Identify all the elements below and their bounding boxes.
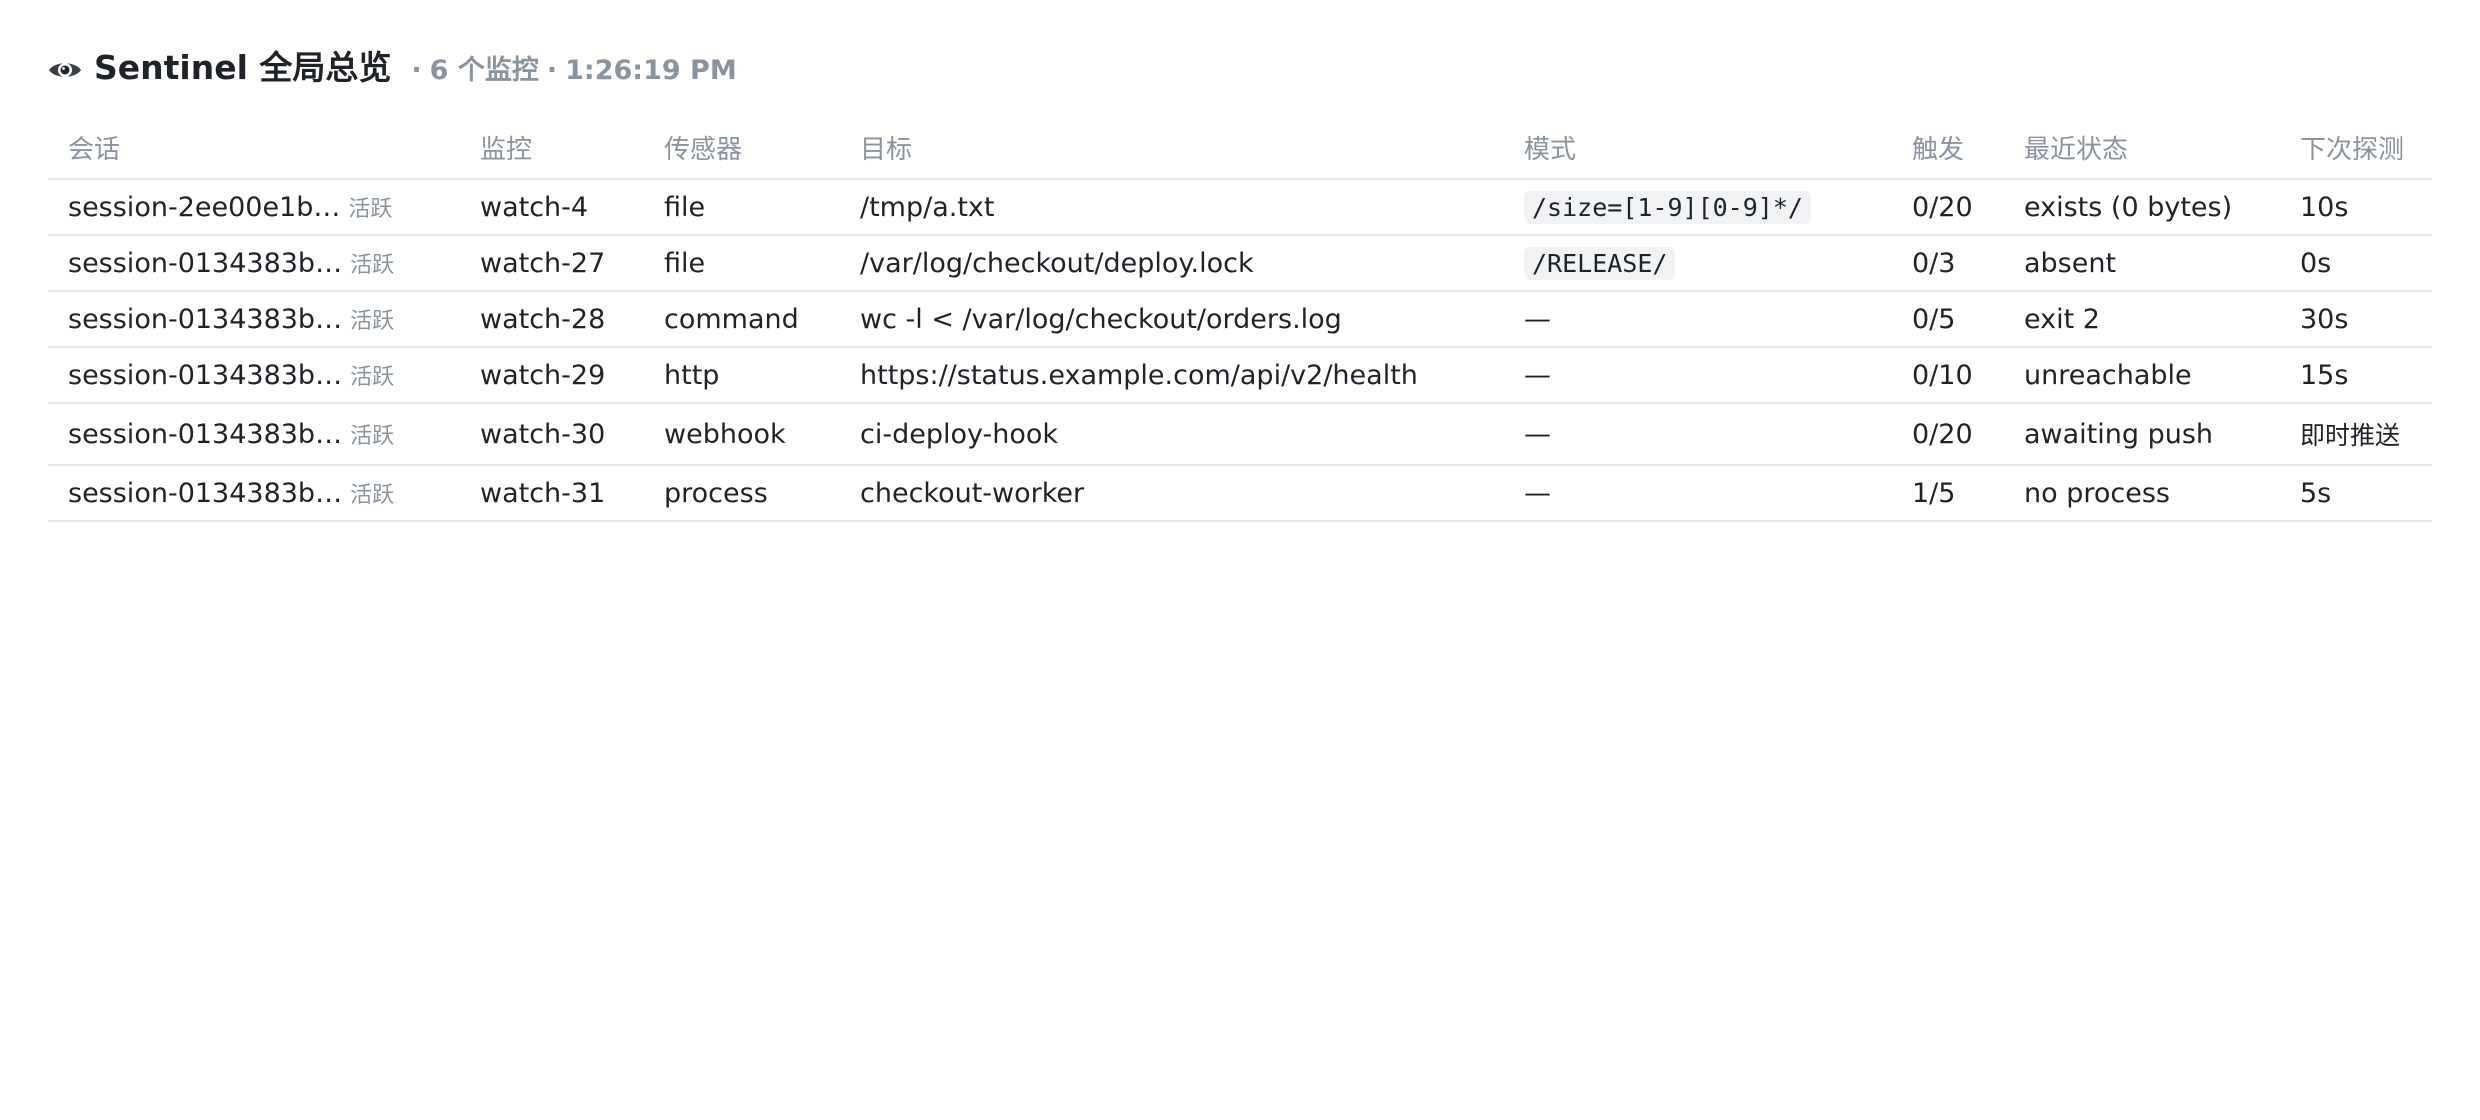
column-header-sensor[interactable]: 传感器 [644, 116, 840, 180]
watch-cell: watch-28 [460, 291, 644, 348]
sensor-cell: webhook [644, 403, 840, 466]
pattern-code: /RELEASE/ [1524, 246, 1676, 280]
timestamp: 1:26:19 PM [565, 55, 737, 86]
session-id: session-2ee00e1b… [68, 192, 341, 223]
watch-cell: watch-4 [460, 179, 644, 236]
pattern-cell: /size=[1-9][0-9]*/ [1504, 179, 1892, 236]
pattern-cell: — [1504, 465, 1892, 522]
sensor-cell: process [644, 465, 840, 522]
sensor-cell: file [644, 235, 840, 292]
watch-cell: watch-31 [460, 465, 644, 522]
table-row[interactable]: session-2ee00e1b… 活跃 watch-4 file /tmp/a.… [48, 179, 2432, 236]
session-id: session-0134383b… [68, 248, 343, 279]
session-cell[interactable]: session-0134383b… 活跃 [48, 403, 460, 466]
target-cell: wc -l < /var/log/checkout/orders.log [840, 291, 1504, 348]
column-header-pattern[interactable]: 模式 [1504, 116, 1892, 180]
next-probe-cell: 即时推送 [2280, 403, 2432, 466]
pattern-cell: — [1504, 403, 1892, 466]
watch-cell: watch-30 [460, 403, 644, 466]
pattern-cell: — [1504, 347, 1892, 404]
next-probe-cell: 10s [2280, 179, 2432, 236]
session-id: session-0134383b… [68, 419, 343, 450]
active-badge: 活跃 [350, 253, 395, 278]
status-cell: no process [2004, 465, 2280, 522]
status-cell: unreachable [2004, 347, 2280, 404]
table-row[interactable]: session-0134383b… 活跃 watch-28 command wc … [48, 291, 2432, 348]
page-meta: · 6 个监控 · 1:26:19 PM [403, 47, 736, 95]
session-id: session-0134383b… [68, 360, 343, 391]
session-cell[interactable]: session-2ee00e1b… 活跃 [48, 179, 460, 236]
session-id: session-0134383b… [68, 304, 343, 335]
trigger-cell: 1/5 [1892, 465, 2004, 522]
status-cell: exists (0 bytes) [2004, 179, 2280, 236]
status-cell: absent [2004, 235, 2280, 292]
next-probe-cell: 30s [2280, 291, 2432, 348]
table-header-row: 会话 监控 传感器 目标 模式 触发 最近状态 下次探测 [48, 116, 2432, 180]
column-header-session[interactable]: 会话 [48, 116, 460, 180]
target-cell: /tmp/a.txt [840, 179, 1504, 236]
watch-table: 会话 监控 传感器 目标 模式 触发 最近状态 下次探测 session-2ee… [48, 116, 2432, 522]
session-cell[interactable]: session-0134383b… 活跃 [48, 465, 460, 522]
column-header-watch[interactable]: 监控 [460, 116, 644, 180]
table-row[interactable]: session-0134383b… 活跃 watch-27 file /var/l… [48, 235, 2432, 292]
pattern-cell: /RELEASE/ [1504, 235, 1892, 292]
active-badge: 活跃 [350, 365, 395, 390]
session-id: session-0134383b… [68, 478, 343, 509]
trigger-cell: 0/10 [1892, 347, 2004, 404]
next-probe-cell: 0s [2280, 235, 2432, 292]
active-badge: 活跃 [348, 197, 393, 222]
active-badge: 活跃 [350, 309, 395, 334]
session-cell[interactable]: session-0134383b… 活跃 [48, 291, 460, 348]
column-header-trigger[interactable]: 触发 [1892, 116, 2004, 180]
target-cell: checkout-worker [840, 465, 1504, 522]
column-header-target[interactable]: 目标 [840, 116, 1504, 180]
column-header-status[interactable]: 最近状态 [2004, 116, 2280, 180]
active-badge: 活跃 [350, 483, 395, 508]
table-row[interactable]: session-0134383b… 活跃 watch-29 http https:… [48, 347, 2432, 404]
trigger-cell: 0/20 [1892, 179, 2004, 236]
table-row[interactable]: session-0134383b… 活跃 watch-30 webhook ci-… [48, 403, 2432, 466]
trigger-cell: 0/3 [1892, 235, 2004, 292]
session-cell[interactable]: session-0134383b… 活跃 [48, 235, 460, 292]
overview-panel: Sentinel 全局总览 · 6 个监控 · 1:26:19 PM 会话 监控 传感… [48, 44, 2432, 522]
trigger-cell: 0/5 [1892, 291, 2004, 348]
watch-cell: watch-27 [460, 235, 644, 292]
watch-count: 6 个监控 [429, 55, 539, 86]
sensor-cell: http [644, 347, 840, 404]
page-header: Sentinel 全局总览 · 6 个监控 · 1:26:19 PM [48, 44, 2432, 92]
sensor-cell: command [644, 291, 840, 348]
pattern-cell: — [1504, 291, 1892, 348]
sensor-cell: file [644, 179, 840, 236]
target-cell: ci-deploy-hook [840, 403, 1504, 466]
pattern-code: /size=[1-9][0-9]*/ [1524, 190, 1811, 224]
status-cell: exit 2 [2004, 291, 2280, 348]
page-title: Sentinel 全局总览 [94, 48, 392, 87]
meta-separator: · [546, 55, 558, 86]
column-header-next-probe[interactable]: 下次探测 [2280, 116, 2432, 180]
next-probe-cell: 5s [2280, 465, 2432, 522]
status-cell: awaiting push [2004, 403, 2280, 466]
eye-icon [49, 63, 81, 77]
session-cell[interactable]: session-0134383b… 活跃 [48, 347, 460, 404]
meta-separator: · [411, 55, 422, 86]
trigger-cell: 0/20 [1892, 403, 2004, 466]
target-cell: /var/log/checkout/deploy.lock [840, 235, 1504, 292]
active-badge: 活跃 [350, 424, 395, 449]
table-row[interactable]: session-0134383b… 活跃 watch-31 process che… [48, 465, 2432, 522]
next-probe-cell: 15s [2280, 347, 2432, 404]
watch-cell: watch-29 [460, 347, 644, 404]
target-cell: https://status.example.com/api/v2/health [840, 347, 1504, 404]
